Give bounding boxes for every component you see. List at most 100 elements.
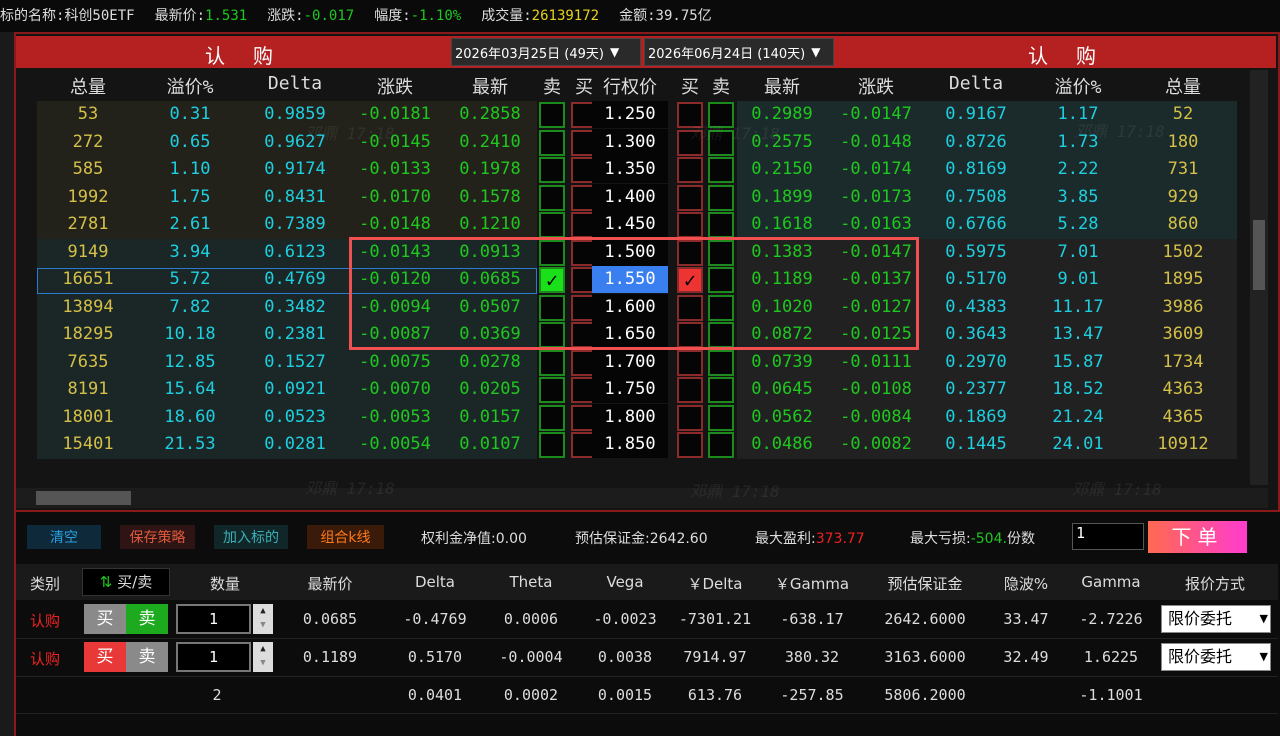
clear-button[interactable]: 清空: [27, 525, 101, 549]
total-gamma: -1.1001: [1079, 686, 1143, 704]
quantity-input[interactable]: 1: [176, 604, 251, 634]
strike-price[interactable]: 1.350: [592, 156, 668, 183]
left-sell-checkbox[interactable]: [539, 349, 565, 376]
right-delta: 0.7508: [945, 186, 1007, 207]
left-premium-pct: 3.94: [169, 241, 211, 262]
right-buy-checkbox[interactable]: [677, 432, 703, 458]
right-sell-checkbox[interactable]: [708, 404, 734, 431]
right-volume: 1895: [1162, 269, 1204, 289]
right-premium-pct: 11.17: [1052, 296, 1104, 317]
pct-label: 幅度:: [374, 8, 411, 24]
right-sell-checkbox[interactable]: [708, 432, 734, 458]
table-row[interactable]: 1992 1.75 0.8431 -0.0170 0.1578 0.1899 -0.0173…: [37, 183, 1237, 212]
vertical-scrollbar[interactable]: [1250, 70, 1268, 485]
right-buy-checkbox[interactable]: [677, 212, 703, 238]
right-buy-checkbox[interactable]: [677, 184, 703, 211]
right-sell-checkbox[interactable]: [708, 157, 734, 183]
scroll-thumb[interactable]: [1253, 220, 1265, 290]
column-header[interactable]: Delta: [931, 73, 1021, 94]
total-theta: 0.0002: [503, 686, 559, 704]
left-sell-checkbox[interactable]: [539, 404, 565, 431]
left-sell-checkbox[interactable]: [539, 377, 565, 403]
right-delta: 0.5975: [945, 241, 1007, 262]
right-last: 0.0486: [751, 434, 813, 454]
strike-price[interactable]: 1.300: [592, 128, 668, 156]
strike-price[interactable]: 1.450: [592, 211, 668, 238]
column-header[interactable]: 总量: [43, 73, 133, 99]
toggle-buy-sell-button[interactable]: ⇅ 买/卖: [82, 568, 170, 596]
left-sell-checkbox[interactable]: [539, 157, 565, 183]
table-row[interactable]: 2781 2.61 0.7389 -0.0148 0.1210 0.1618 -0.0163…: [37, 211, 1237, 239]
scroll-thumb[interactable]: [36, 491, 131, 505]
column-header[interactable]: Delta: [250, 73, 340, 94]
legs-column-header: Delta: [414, 573, 456, 591]
stepper-up-icon[interactable]: ▲: [253, 604, 273, 618]
left-last: 0.2410: [459, 131, 521, 152]
table-row[interactable]: 8191 15.64 0.0921 -0.0070 0.0205 0.0645 -0.010…: [37, 376, 1237, 404]
right-buy-checkbox[interactable]: [677, 377, 703, 403]
strike-price[interactable]: 1.850: [592, 431, 668, 458]
strike-price[interactable]: 1.750: [592, 376, 668, 403]
left-sell-checkbox[interactable]: [539, 129, 565, 156]
expiry-select-2[interactable]: 2026年06月24日 (140天) ▼: [644, 38, 834, 66]
legs-column-header: 报价方式: [1184, 575, 1245, 593]
column-header[interactable]: 溢价%: [1033, 73, 1123, 99]
quote-bar: 标的名称:科创50ETF 最新价:1.531 涨跌:-0.017 幅度:-1.1…: [0, 0, 1280, 30]
left-sell-checkbox[interactable]: [539, 212, 565, 238]
right-buy-checkbox[interactable]: [677, 349, 703, 376]
right-buy-checkbox[interactable]: [677, 404, 703, 431]
right-premium-pct: 9.01: [1057, 269, 1099, 289]
stepper-down-icon[interactable]: ▼: [253, 656, 273, 670]
left-delta: 0.9174: [264, 159, 326, 179]
table-row[interactable]: 7635 12.85 0.1527 -0.0075 0.0278 0.0739 -0.011…: [37, 348, 1237, 377]
total-margin: 5806.2000: [884, 686, 966, 704]
column-header[interactable]: 最新: [737, 73, 827, 99]
right-buy-checkbox[interactable]: [677, 157, 703, 183]
table-row[interactable]: 585 1.10 0.9174 -0.0133 0.1978 0.2150 -0.0174 0…: [37, 156, 1237, 184]
column-header[interactable]: 溢价%: [145, 73, 235, 99]
leg-vega: -0.0023: [593, 610, 657, 628]
right-sell-checkbox[interactable]: [708, 349, 734, 376]
left-sell-checkbox[interactable]: [539, 184, 565, 211]
quantity-input[interactable]: 1: [176, 642, 251, 672]
right-premium-pct: 24.01: [1052, 434, 1104, 454]
sell-toggle[interactable]: 卖: [126, 604, 168, 634]
column-header[interactable]: 涨跌: [350, 73, 440, 99]
column-header[interactable]: 涨跌: [831, 73, 921, 99]
place-order-button[interactable]: 下单: [1148, 521, 1247, 553]
strike-price[interactable]: 1.250: [592, 101, 668, 128]
premium-net: 权利金净值:0.00: [421, 528, 527, 548]
right-sell-checkbox[interactable]: [708, 377, 734, 403]
right-volume: 3609: [1162, 324, 1204, 344]
strike-price[interactable]: 1.400: [592, 183, 668, 211]
sell-toggle[interactable]: 卖: [126, 642, 168, 672]
quantity-stepper[interactable]: ▲ ▼: [253, 604, 273, 634]
price-type-select[interactable]: 限价委托 ▼: [1161, 605, 1271, 633]
table-row[interactable]: 272 0.65 0.9627 -0.0145 0.2410 0.2575 -0.0148 0…: [37, 128, 1237, 157]
table-row[interactable]: 53 0.31 0.9859 -0.0181 0.2858 0.2989 -0.0147 0.…: [37, 101, 1237, 129]
right-sell-checkbox[interactable]: [708, 212, 734, 238]
strike-price[interactable]: 1.700: [592, 348, 668, 376]
save-strategy-button[interactable]: 保存策略: [120, 525, 195, 549]
buy-toggle[interactable]: 买: [84, 642, 126, 672]
left-sell-checkbox[interactable]: [539, 432, 565, 458]
legs-column-header: Theta: [509, 573, 553, 591]
right-volume: 929: [1167, 186, 1199, 207]
left-sell-checkbox[interactable]: [539, 102, 565, 128]
add-underlying-button[interactable]: 加入标的: [214, 525, 288, 549]
buy-toggle[interactable]: 买: [84, 604, 126, 634]
combo-kline-button[interactable]: 组合k线: [307, 525, 384, 549]
expiry-select-1[interactable]: 2026年03月25日 (49天) ▼: [451, 38, 641, 66]
strike-price[interactable]: 1.800: [592, 403, 668, 431]
stepper-down-icon[interactable]: ▼: [253, 618, 273, 632]
legs-column-header: 数量: [209, 575, 240, 593]
table-row[interactable]: 15401 21.53 0.0281 -0.0054 0.0107 0.0486 -0.00…: [37, 431, 1237, 459]
left-delta: 0.0281: [264, 434, 326, 454]
right-sell-checkbox[interactable]: [708, 184, 734, 211]
quantity-stepper[interactable]: ▲ ▼: [253, 642, 273, 672]
copies-input[interactable]: 1: [1072, 523, 1144, 550]
table-row[interactable]: 18001 18.60 0.0523 -0.0053 0.0157 0.0562 -0.00…: [37, 403, 1237, 432]
column-header[interactable]: 总量: [1138, 73, 1228, 99]
price-type-select[interactable]: 限价委托 ▼: [1161, 643, 1271, 671]
stepper-up-icon[interactable]: ▲: [253, 642, 273, 656]
